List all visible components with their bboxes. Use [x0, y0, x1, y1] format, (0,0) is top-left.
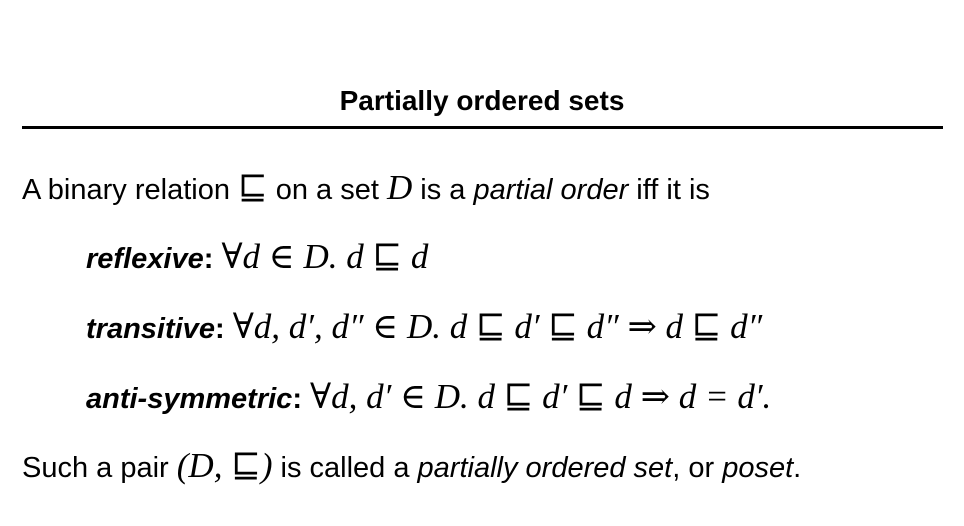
poset-term: poset: [722, 452, 794, 484]
property-reflexive: reflexive: ∀d ∈ D. d ⊑ d: [86, 237, 428, 279]
property-colon: :: [214, 313, 225, 345]
conclusion-text: , or: [672, 452, 723, 484]
definition-sentence: A binary relation ⊑ on a set D is a part…: [22, 168, 710, 210]
intro-text: is a: [412, 174, 474, 206]
property-name: transitive: [86, 313, 215, 345]
partial-order-term: partial order: [473, 174, 629, 206]
property-formula: ∀d, d′ ∈ D. d ⊑ d′ ⊑ d ⇒ d = d′.: [310, 377, 772, 416]
title-divider: [22, 126, 943, 129]
property-anti-symmetric: anti-symmetric: ∀d, d′ ∈ D. d ⊑ d′ ⊑ d ⇒…: [86, 377, 771, 419]
conclusion-text: Such a pair: [22, 452, 177, 484]
property-formula: ∀d, d′, d″ ∈ D. d ⊑ d′ ⊑ d″ ⇒ d ⊑ d″: [232, 307, 763, 346]
property-name: reflexive: [86, 243, 204, 275]
poset-term-long: partially ordered set: [417, 452, 673, 484]
set-symbol: D: [386, 168, 413, 207]
intro-text: on a set: [267, 174, 387, 206]
property-name: anti-symmetric: [86, 383, 293, 415]
property-colon: :: [292, 383, 302, 415]
property-formula: ∀d ∈ D. d ⊑ d: [221, 237, 429, 276]
pair-formula: (D, ⊑): [176, 446, 273, 485]
intro-text: iff it is: [628, 174, 710, 206]
property-colon: :: [203, 243, 214, 275]
conclusion-text: .: [793, 452, 802, 484]
relation-symbol: ⊑: [238, 168, 268, 207]
property-transitive: transitive: ∀d, d′, d″ ∈ D. d ⊑ d′ ⊑ d″ …: [86, 307, 762, 349]
conclusion-text: is called a: [272, 452, 418, 484]
slide-title: Partially ordered sets: [339, 85, 625, 116]
intro-text: A binary relation: [22, 174, 239, 206]
conclusion-sentence: Such a pair (D, ⊑) is called a partially…: [22, 446, 801, 488]
